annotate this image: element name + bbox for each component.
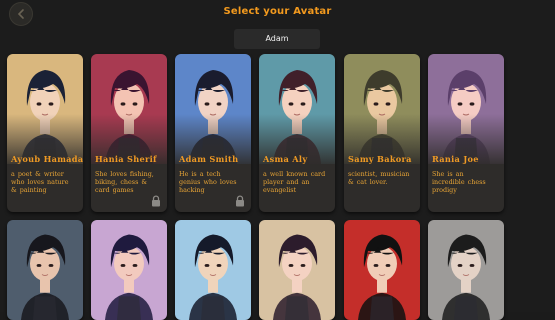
avatar-card[interactable] [428,220,504,320]
selected-avatar-name: Adam [234,29,320,49]
avatar-portrait [91,220,167,320]
avatar-name: Asma Aly [263,154,308,164]
avatar-name: Hania Sherif [95,154,157,164]
avatar-card[interactable]: Adam Smith He is a tech genius who loves … [175,54,251,212]
avatar-card[interactable] [175,220,251,320]
avatar-card[interactable]: Samy Bakora scientist, musician & cat lov… [344,54,420,212]
avatar-description: a well known card player and an evangeli… [263,170,326,194]
avatar-name: Ayoub Hamada [11,154,83,164]
avatar-card[interactable]: Ayoub Hamada a poet & writer who loves na… [7,54,83,212]
avatar-card[interactable]: Rania Joe She is an incredible chess prod… [428,54,504,212]
avatar-portrait [428,220,504,320]
avatar-name: Adam Smith [179,154,239,164]
avatar-card[interactable]: Hania Sherif She loves fishing, biking, c… [91,54,167,212]
avatar-description: He is a tech genius who loves hacking [179,170,237,194]
avatar-name: Rania Joe [432,154,479,164]
avatar-description: She is an incredible chess prodigy [432,170,486,194]
avatar-card[interactable] [344,220,420,320]
avatar-description: a poet & writer who loves nature & paint… [11,170,69,194]
avatar-card[interactable] [259,220,335,320]
page-title: Select your Avatar [223,6,332,17]
avatar-card[interactable]: Asma Aly a well known card player and an … [259,54,335,212]
avatar-portrait [175,220,251,320]
avatar-portrait [7,220,83,320]
avatar-portrait [344,220,420,320]
avatar-portrait [259,220,335,320]
avatar-name: Samy Bakora [348,154,412,164]
avatar-description: She loves fishing, biking, chess & card … [95,170,154,194]
avatar-description: scientist, musician & cat lover. [348,170,410,186]
avatar-card[interactable] [91,220,167,320]
avatar-card[interactable] [7,220,83,320]
lock-icon [236,195,244,207]
lock-icon [152,195,160,207]
avatar-selection-screen: Select your Avatar Adam Ayoub Hamada a po… [0,0,555,320]
